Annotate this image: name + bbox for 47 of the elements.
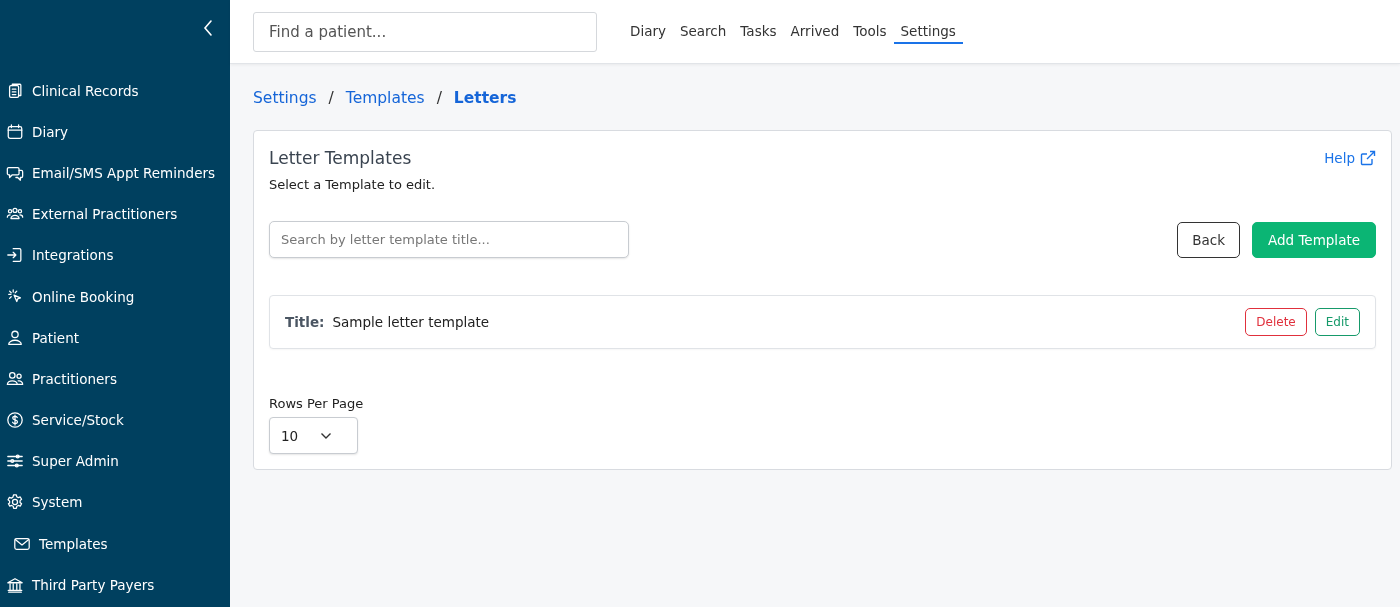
- person-icon: [6, 328, 24, 347]
- chevron-down-icon: [320, 431, 333, 440]
- breadcrumb-separator: /: [327, 89, 335, 107]
- clipboard-icon: [6, 81, 24, 100]
- breadcrumb-current: Letters: [453, 89, 517, 107]
- nav-tab[interactable]: Tools: [846, 19, 894, 44]
- sidebar-item[interactable]: System: [32, 494, 83, 511]
- panel-subtitle: Select a Template to edit.: [269, 177, 437, 192]
- sidebar-item[interactable]: Third Party Payers: [32, 576, 155, 593]
- title-label: Title:: [285, 314, 325, 330]
- collapse-chevron-icon[interactable]: [202, 18, 214, 38]
- delete-button[interactable]: Delete: [1245, 308, 1307, 336]
- nav-tab[interactable]: Settings: [893, 19, 963, 44]
- edit-button[interactable]: Edit: [1314, 308, 1360, 336]
- sidebar-item[interactable]: Clinical Records: [32, 82, 139, 99]
- nav-tab[interactable]: Tasks: [733, 19, 784, 44]
- nav-tab[interactable]: Diary: [623, 19, 673, 44]
- help-link[interactable]: Help: [1324, 150, 1376, 166]
- sidebar-item[interactable]: Diary: [32, 123, 68, 140]
- template-search-field[interactable]: Search by letter template title...: [269, 221, 629, 258]
- template-title: Sample letter template: [332, 314, 490, 330]
- gear-icon: [6, 493, 24, 512]
- sidebar-item[interactable]: Integrations: [32, 247, 114, 264]
- sidebar-item[interactable]: Online Booking: [32, 288, 135, 305]
- patient-search-field[interactable]: Find a patient...: [253, 11, 597, 52]
- sidebar-item[interactable]: Practitioners: [32, 370, 117, 387]
- sidebar-item[interactable]: External Practitioners: [32, 206, 178, 223]
- rows-per-page-select[interactable]: 10: [269, 417, 358, 454]
- bank-icon: [6, 575, 24, 594]
- panel-title: Letter Templates: [269, 148, 412, 168]
- sidebar-item[interactable]: Patient: [32, 329, 79, 346]
- breadcrumb-link[interactable]: Templates: [345, 89, 425, 107]
- sign-in-icon: [6, 246, 24, 265]
- sidebar-item[interactable]: Super Admin: [32, 453, 119, 470]
- external-link-icon: [1360, 150, 1376, 166]
- breadcrumb-link[interactable]: Settings: [253, 89, 317, 107]
- people-icon: [6, 369, 24, 388]
- sidebar-item[interactable]: Templates: [39, 535, 108, 552]
- sidebar-item[interactable]: Email/SMS Appt Reminders: [32, 164, 216, 181]
- dollar-coin-icon: [6, 411, 24, 430]
- breadcrumb-separator: /: [435, 89, 443, 107]
- rows-per-page-label: Rows Per Page: [269, 396, 365, 411]
- sidebar-item[interactable]: Service/Stock: [32, 412, 124, 429]
- nav-tab[interactable]: Arrived: [783, 19, 847, 44]
- calendar-icon: [6, 122, 24, 141]
- back-button[interactable]: Back: [1177, 221, 1240, 258]
- nav-tab[interactable]: Search: [672, 19, 734, 44]
